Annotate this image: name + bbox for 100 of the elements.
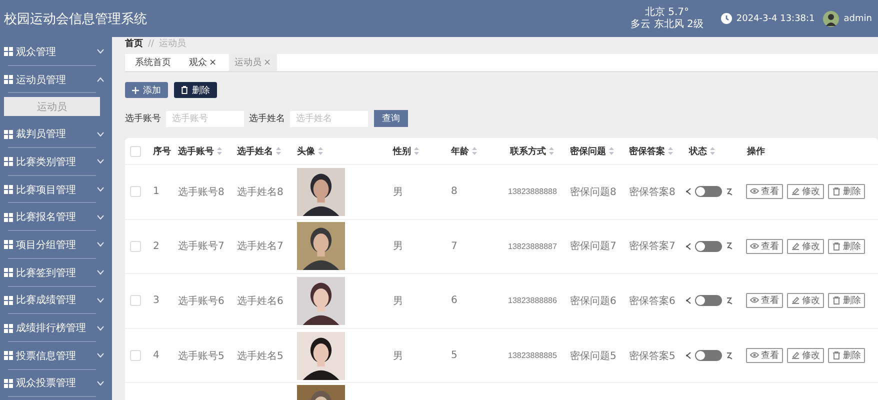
status-switch[interactable]: [695, 295, 722, 306]
menu-grid-icon: [4, 324, 13, 333]
row-checkbox[interactable]: [130, 295, 141, 306]
weather-condition: 多云 东北风 2级: [630, 18, 704, 30]
tab[interactable]: 系统首页: [129, 54, 177, 71]
search-button[interactable]: 查询: [374, 110, 408, 127]
table-cell: 密保答案7: [629, 241, 676, 252]
column-header: 选手姓名: [237, 145, 273, 158]
column-header: 状态: [689, 145, 707, 158]
menu-grid-icon: [4, 75, 13, 84]
table-cell: 密保问题7: [570, 241, 616, 252]
row-checkbox[interactable]: [130, 186, 141, 198]
column-header: 密保答案: [629, 145, 665, 158]
table-cell: 7: [451, 240, 458, 252]
status-switch[interactable]: [695, 240, 722, 252]
sidebar-item[interactable]: 观众管理: [16, 44, 94, 59]
table-cell: 5: [451, 350, 458, 362]
eye-icon: [750, 351, 759, 360]
trash-icon: [181, 86, 188, 94]
menu-grid-icon: [4, 296, 13, 305]
row-checkbox[interactable]: [130, 350, 141, 361]
field-label: 选手账号: [125, 112, 161, 125]
table-cell: 3: [153, 295, 160, 306]
plus-icon: [132, 86, 139, 94]
edit-button[interactable]: 修改: [787, 238, 824, 254]
status-switch[interactable]: [695, 186, 722, 198]
delete-button[interactable]: 删除: [828, 184, 865, 200]
close-icon[interactable]: ×: [209, 58, 217, 68]
column-header: 联系方式: [510, 145, 546, 158]
table-cell: 选手姓名7: [237, 241, 284, 252]
row-checkbox[interactable]: [130, 240, 141, 252]
username[interactable]: admin: [844, 14, 872, 24]
system-title: 校园运动会信息管理系统: [4, 10, 148, 28]
table-cell: 4: [153, 350, 160, 362]
table-cell: 13823888886: [508, 296, 557, 306]
sidebar-item[interactable]: 比赛签到管理: [16, 266, 94, 280]
edit-button[interactable]: 修改: [787, 293, 824, 308]
table-cell: 男: [393, 350, 403, 362]
select-all-checkbox[interactable]: [130, 146, 141, 156]
table-cell: 密保问题5: [570, 350, 616, 362]
table-cell: 密保问题8: [570, 186, 616, 198]
view-button[interactable]: 查看: [746, 293, 783, 308]
sidebar-item[interactable]: 比赛报名管理: [16, 210, 94, 224]
share-icon: [686, 242, 691, 250]
tab[interactable]: 观众 ×: [183, 54, 223, 71]
menu-grid-icon: [4, 378, 13, 388]
menu-grid-icon: [4, 240, 13, 250]
table-cell: 选手账号6: [178, 296, 224, 307]
table-cell: 1: [153, 186, 160, 198]
view-button[interactable]: 查看: [746, 238, 783, 254]
sidebar-item[interactable]: 投票信息管理: [16, 348, 94, 363]
sidebar-item[interactable]: 观众投票管理: [16, 376, 94, 390]
delete-button[interactable]: 删除: [828, 348, 865, 364]
menu-grid-icon: [4, 47, 13, 56]
trash-icon: [832, 296, 841, 306]
sidebar-item[interactable]: 比赛项目管理: [16, 182, 94, 197]
sidebar-item[interactable]: 运动员管理: [16, 72, 94, 87]
search-field[interactable]: 选手姓名: [290, 110, 368, 126]
share-icon: [686, 352, 691, 360]
trash-icon: [832, 351, 841, 360]
column-header: 头像: [297, 145, 315, 158]
table-cell: 密保答案8: [629, 186, 676, 198]
add-button[interactable]: 添加: [125, 82, 168, 98]
table-cell: 13823888887: [508, 242, 557, 251]
delete-button[interactable]: 删除: [174, 82, 217, 98]
breadcrumb-current: 运动员: [159, 38, 186, 50]
user-avatar-icon: [822, 10, 839, 26]
delete-button[interactable]: 删除: [828, 238, 865, 254]
edit-button[interactable]: 修改: [787, 184, 824, 200]
sidebar-item[interactable]: 比赛类别管理: [16, 154, 94, 169]
table-cell: 男: [393, 296, 403, 307]
view-button[interactable]: 查看: [746, 184, 783, 200]
table-cell: 13823888888: [508, 187, 557, 196]
tab[interactable]: 运动员 ×: [228, 54, 278, 71]
edit-icon: [791, 296, 800, 306]
menu-grid-icon: [4, 130, 13, 139]
trash-icon: [832, 242, 841, 251]
edit-button[interactable]: 修改: [787, 348, 824, 364]
sidebar-item[interactable]: 项目分组管理: [16, 238, 94, 252]
close-icon[interactable]: ×: [264, 58, 272, 68]
table-cell: 男: [393, 186, 403, 198]
table-cell: 密保问题6: [570, 296, 616, 307]
column-header: 年龄: [451, 146, 469, 158]
edit-icon: [791, 351, 800, 360]
sidebar-item[interactable]: 比赛成绩管理: [16, 293, 94, 308]
eye-icon: [750, 242, 759, 251]
table-cell: 选手姓名8: [237, 186, 284, 198]
view-button[interactable]: 查看: [746, 348, 783, 364]
table-cell: 密保答案6: [629, 296, 676, 307]
breadcrumb-separator: //: [148, 38, 154, 48]
table-cell: 选手姓名6: [237, 296, 284, 307]
table-cell: 选手账号8: [178, 186, 224, 198]
sidebar-item[interactable]: 裁判员管理: [16, 127, 94, 142]
search-field[interactable]: 选手账号: [166, 110, 244, 126]
column-header: 选手账号: [178, 145, 214, 158]
breadcrumb-link[interactable]: 首页: [125, 37, 143, 50]
delete-button[interactable]: 删除: [828, 293, 865, 308]
sidebar-item[interactable]: 成绩排行榜管理: [16, 321, 94, 336]
status-switch[interactable]: [695, 350, 722, 362]
weather-location-temperature: 北京 5.7°: [644, 6, 690, 18]
